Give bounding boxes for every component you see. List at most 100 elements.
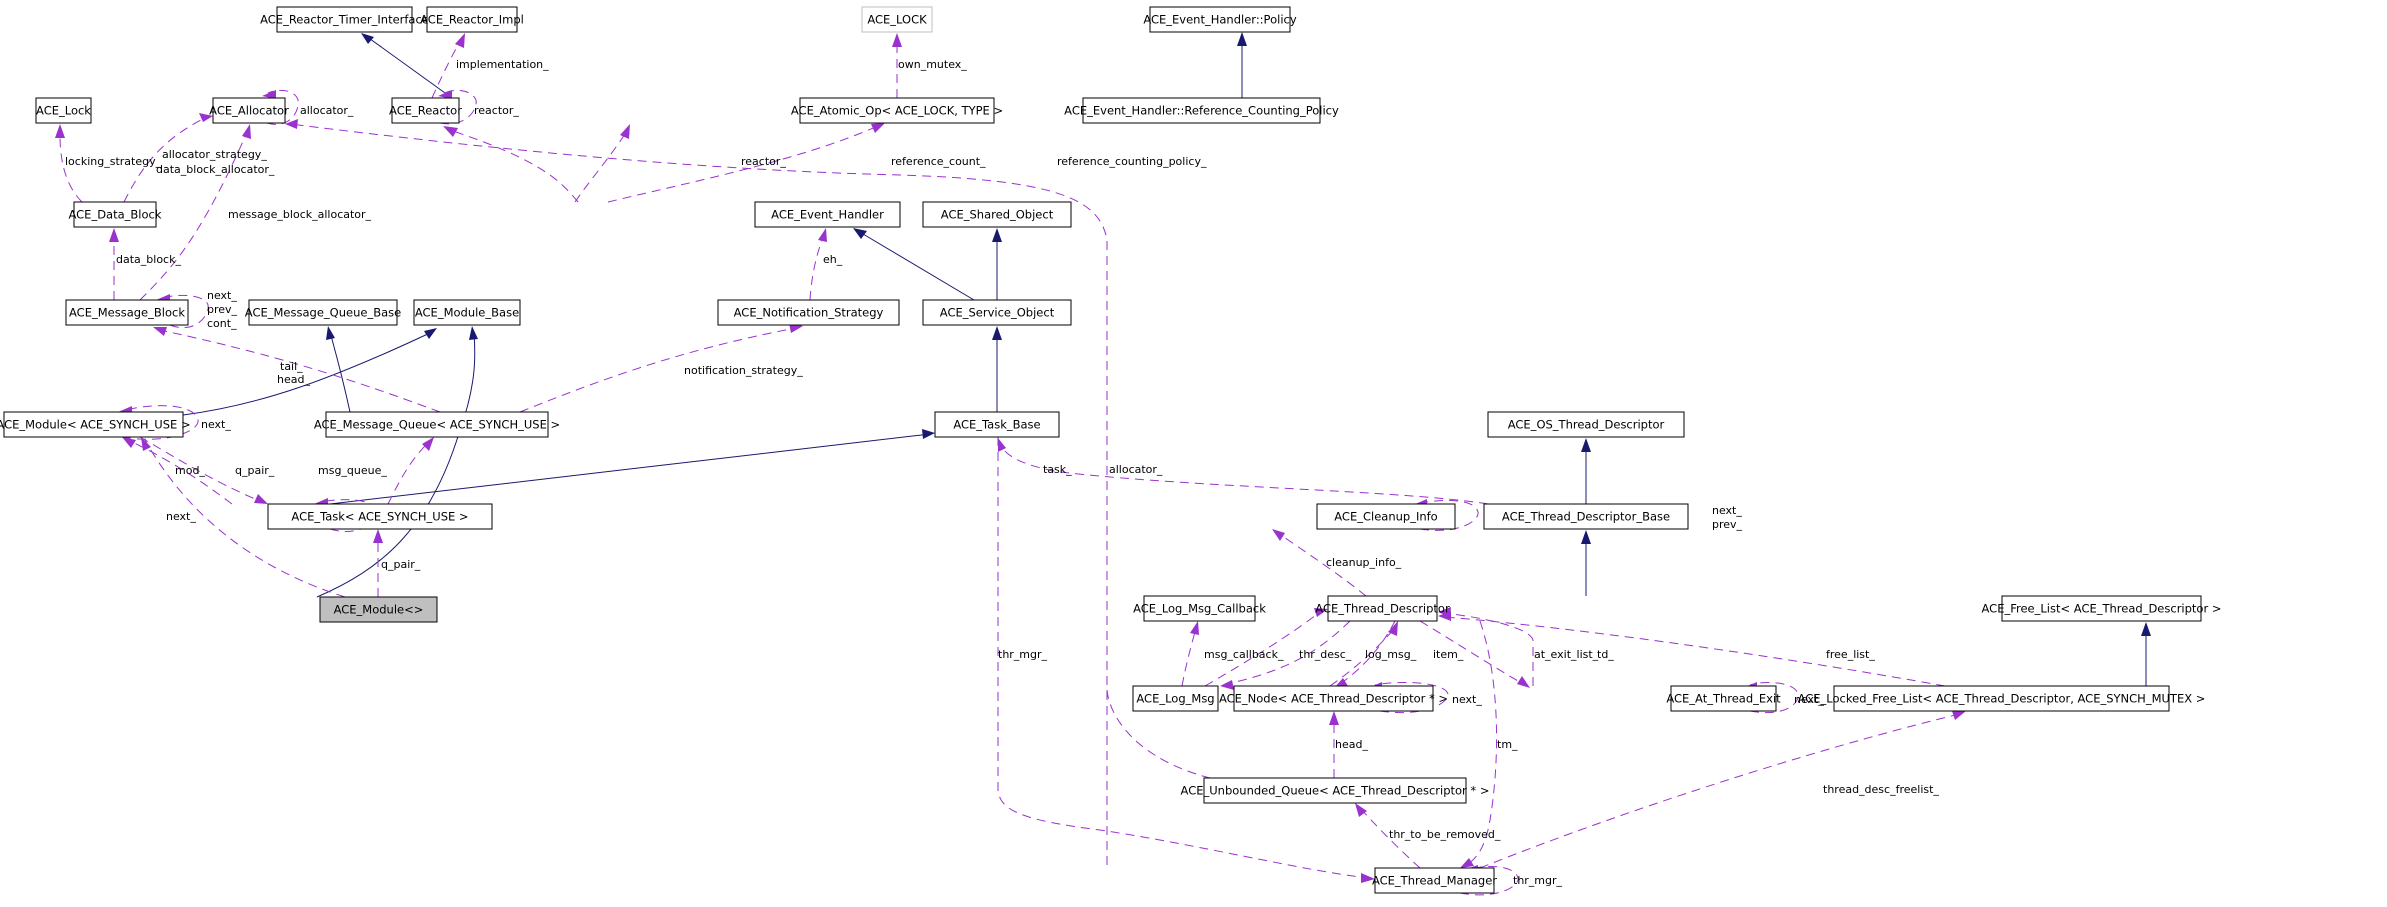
label-log-msg: log_msg_ — [1365, 648, 1417, 661]
node-reactor-timer-interface[interactable]: ACE_Reactor_Timer_Interface — [260, 6, 429, 33]
node-reactor[interactable]: ACE_Reactor — [389, 97, 462, 124]
arrowhead-shared-object — [992, 228, 1002, 242]
label-at-exit-list: at_exit_list_ — [1534, 648, 1599, 661]
label-q-pair-focus: q_pair_ — [381, 558, 421, 571]
node-lock[interactable]: ACE_Lock — [35, 97, 92, 124]
arrowhead-task-base — [922, 429, 935, 439]
edge-task — [999, 443, 1489, 505]
node-thread-manager[interactable]: ACE_Thread_Manager — [1372, 867, 1497, 894]
node-module-synch[interactable]: ACE_Module< ACE_SYNCH_USE > — [0, 411, 191, 438]
label-thr-mgr-taskbase: thr_mgr_ — [998, 648, 1048, 661]
node-label: ACE_Module<> — [334, 603, 424, 617]
label-item: item_ — [1433, 648, 1464, 661]
label-tdb-prev: prev_ — [1712, 518, 1743, 531]
arrowhead-reactor-impl — [455, 33, 465, 48]
arrowhead-at-thread-exit — [1517, 676, 1530, 688]
label-tdb-next: next_ — [1712, 504, 1742, 517]
node-cleanup-info[interactable]: ACE_Cleanup_Info — [1316, 503, 1456, 530]
arrowhead-module-from-task — [122, 437, 136, 448]
node-reactor-impl[interactable]: ACE_Reactor_Impl — [420, 6, 524, 33]
arrowhead-lock — [55, 124, 65, 138]
node-allocator[interactable]: ACE_Allocator — [209, 97, 289, 124]
node-label: ACE_Thread_Descriptor — [1315, 602, 1450, 616]
node-atomic-op[interactable]: ACE_Atomic_Op< ACE_LOCK, TYPE > — [791, 97, 1003, 124]
node-label: ACE_OS_Thread_Descriptor — [1508, 418, 1665, 432]
node-node-thread-desc[interactable]: ACE_Node< ACE_Thread_Descriptor * > — [1219, 685, 1448, 712]
arrowhead-ref-policy — [871, 123, 885, 133]
node-message-queue-base[interactable]: ACE_Message_Queue_Base — [245, 299, 401, 326]
node-label: ACE_LOCK — [867, 13, 927, 27]
arrowhead-node-from-uq — [1329, 711, 1339, 725]
node-module-focus[interactable]: ACE_Module<> — [319, 596, 438, 623]
arrowhead-module-base-1 — [424, 328, 437, 339]
node-event-handler[interactable]: ACE_Event_Handler — [754, 201, 901, 228]
node-ref-counting-policy[interactable]: ACE_Event_Handler::Reference_Counting_Po… — [1064, 97, 1339, 124]
arrowhead-policy — [1237, 32, 1247, 46]
label-mb-cont: cont_ — [207, 317, 237, 330]
label-td: td_ — [1597, 648, 1614, 661]
node-log-msg[interactable]: ACE_Log_Msg — [1132, 685, 1219, 712]
arrowhead-allocator-long — [285, 119, 298, 129]
arrowhead-module-base-2 — [469, 326, 478, 340]
node-label: ACE_Shared_Object — [941, 208, 1054, 222]
arrowhead-tdb — [1581, 530, 1591, 544]
node-data-block[interactable]: ACE_Data_Block — [68, 201, 162, 228]
node-notification-strategy[interactable]: ACE_Notification_Strategy — [717, 299, 900, 326]
node-unbounded-queue[interactable]: ACE_Unbounded_Queue< ACE_Thread_Descript… — [1181, 777, 1490, 804]
edge-locking-strategy — [59, 134, 83, 203]
node-label: ACE_Event_Handler::Reference_Counting_Po… — [1064, 104, 1339, 118]
label-task: task_ — [1043, 463, 1072, 476]
node-label: ACE_Event_Handler::Policy — [1143, 13, 1297, 27]
arrowhead-locked-free-list — [1952, 711, 1966, 720]
label-head: head_ — [277, 373, 310, 386]
arrowhead-atomic-op — [620, 124, 630, 139]
node-module-base[interactable]: ACE_Module_Base — [413, 299, 521, 326]
inheritance-edges — [182, 32, 2151, 686]
label-free-list: free_list_ — [1826, 648, 1875, 661]
node-label: ACE_Log_Msg — [1136, 692, 1214, 706]
node-thread-descriptor[interactable]: ACE_Thread_Descriptor — [1315, 595, 1450, 622]
collaboration-diagram: implementation_ allocator_ reactor_ own_… — [0, 6, 2222, 896]
label-thr-mgr-self: thr_mgr_ — [1513, 874, 1563, 887]
node-log-msg-callback[interactable]: ACE_Log_Msg_Callback — [1133, 595, 1266, 622]
label-allocator-self: allocator_ — [300, 104, 354, 117]
node-label: ACE_Free_List< ACE_Thread_Descriptor > — [1982, 602, 2222, 616]
arrowhead-mb-from-mq — [153, 327, 167, 336]
node-label: ACE_Notification_Strategy — [734, 306, 884, 320]
arrowhead-msg-callback — [1190, 621, 1199, 635]
node-free-list[interactable]: ACE_Free_List< ACE_Thread_Descriptor > — [1982, 595, 2222, 622]
node-ace-lock-type[interactable]: ACE_LOCK — [861, 6, 933, 33]
arrowhead-reactor-from-eh — [443, 126, 458, 137]
label-locking-strategy: locking_strategy_ — [65, 155, 162, 168]
label-module-focus-next: next_ — [166, 510, 196, 523]
node-os-thread-descriptor[interactable]: ACE_OS_Thread_Descriptor — [1487, 411, 1685, 438]
label-thr-desc: thr_desc_ — [1299, 648, 1352, 661]
node-label: ACE_Data_Block — [68, 208, 161, 222]
node-shared-object[interactable]: ACE_Shared_Object — [922, 201, 1072, 228]
arrowhead-mq-from-task — [422, 437, 434, 451]
arrowhead-uq — [1355, 803, 1367, 817]
label-thr-to-be-removed: thr_to_be_removed_ — [1389, 828, 1501, 841]
node-service-object[interactable]: ACE_Service_Object — [922, 299, 1072, 326]
node-label: ACE_Reactor — [389, 104, 462, 118]
node-thread-descriptor-base[interactable]: ACE_Thread_Descriptor_Base — [1483, 503, 1689, 530]
node-task-base[interactable]: ACE_Task_Base — [934, 411, 1060, 438]
node-at-thread-exit[interactable]: ACE_At_Thread_Exit — [1666, 685, 1781, 712]
arrowhead-timer-interface — [361, 33, 374, 44]
arrowhead-eh — [818, 228, 827, 242]
label-reference-count: reference_count_ — [891, 155, 986, 168]
node-message-block[interactable]: ACE_Message_Block — [65, 299, 189, 326]
arrowhead-task-q-pair — [254, 494, 268, 504]
node-locked-free-list[interactable]: ACE_Locked_Free_List< ACE_Thread_Descrip… — [1798, 685, 2206, 712]
arrowhead-log-msg — [1220, 680, 1234, 690]
node-label: ACE_Module_Base — [415, 306, 519, 320]
edge-reactor-to-timer-interface — [365, 35, 453, 99]
node-task-synch[interactable]: ACE_Task< ACE_SYNCH_USE > — [267, 503, 493, 530]
node-message-queue-synch[interactable]: ACE_Message_Queue< ACE_SYNCH_USE > — [314, 411, 560, 438]
node-label: ACE_Unbounded_Queue< ACE_Thread_Descript… — [1181, 784, 1490, 798]
node-label: ACE_Message_Queue< ACE_SYNCH_USE > — [314, 418, 560, 432]
label-own-mutex: own_mutex_ — [898, 58, 967, 71]
node-label: ACE_At_Thread_Exit — [1666, 692, 1781, 706]
arrowhead-service-object — [992, 326, 1002, 340]
node-event-handler-policy[interactable]: ACE_Event_Handler::Policy — [1143, 6, 1297, 33]
